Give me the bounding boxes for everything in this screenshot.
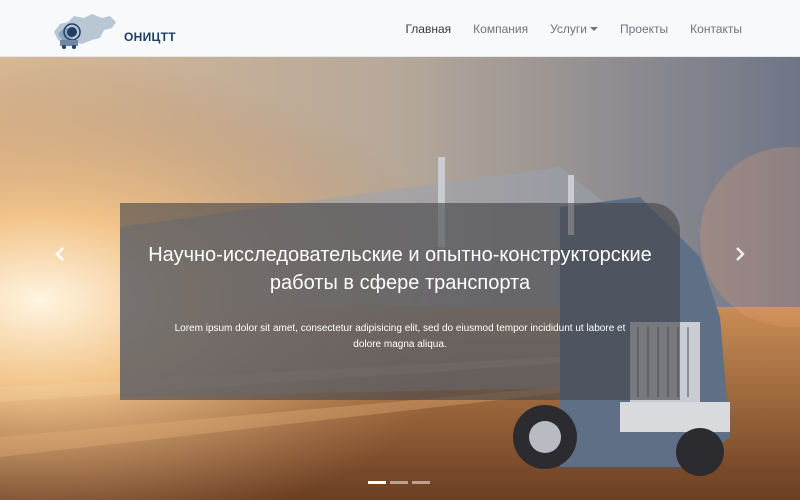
carousel-next-button[interactable] (728, 242, 752, 266)
russia-map-logo-icon (54, 14, 116, 49)
chevron-right-icon (736, 247, 745, 261)
navbar: ОНИЦТТ Главная Компания Услуги Проекты К… (0, 0, 800, 57)
nav-label: Проекты (620, 21, 669, 36)
nav-item-home[interactable]: Главная (405, 22, 451, 36)
brand-text: ОНИЦТТ (124, 30, 176, 44)
nav-item-contacts[interactable]: Контакты (690, 22, 742, 36)
nav-label: Услуги (550, 21, 587, 36)
carousel-indicator-2[interactable] (390, 481, 408, 484)
carousel-indicator-3[interactable] (412, 481, 430, 484)
nav-item-services[interactable]: Услуги (550, 22, 598, 36)
brand-logo[interactable]: ОНИЦТТ (52, 10, 176, 50)
carousel-indicators (368, 481, 434, 484)
hero-carousel: Научно-исследовательские и опытно-констр… (0, 57, 800, 500)
carousel-prev-button[interactable] (48, 242, 72, 266)
main-nav: Главная Компания Услуги Проекты Контакты (383, 0, 742, 57)
caret-down-icon (590, 27, 598, 31)
nav-label: Главная (405, 21, 452, 36)
carousel-caption: Научно-исследовательские и опытно-констр… (120, 203, 680, 400)
chevron-left-icon (55, 247, 64, 261)
nav-label: Компания (473, 21, 529, 36)
carousel-indicator-1[interactable] (368, 481, 386, 484)
nav-item-company[interactable]: Компания (473, 22, 528, 36)
nav-label: Контакты (690, 21, 742, 36)
caption-text: Lorem ipsum dolor sit amet, consectetur … (174, 323, 626, 350)
caption-title: Научно-исследовательские и опытно-констр… (148, 244, 652, 294)
nav-item-projects[interactable]: Проекты (620, 22, 668, 36)
